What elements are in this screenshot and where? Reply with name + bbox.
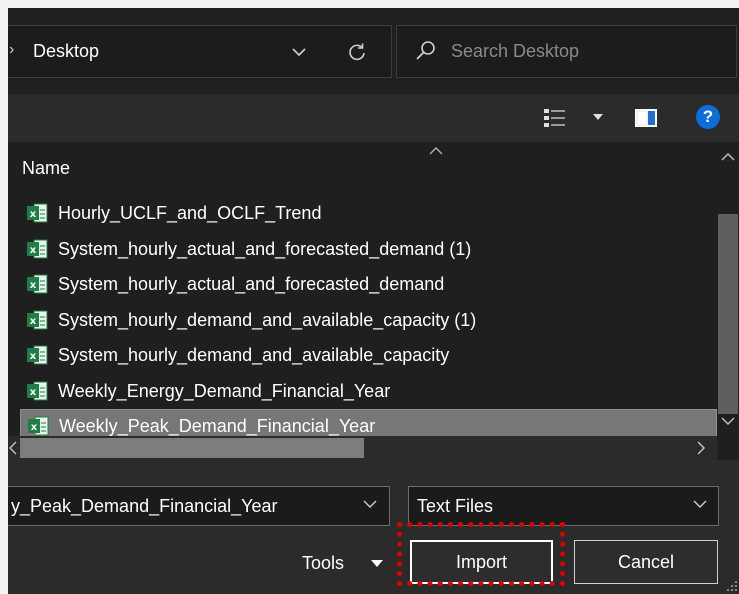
- file-name: System_hourly_demand_and_available_capac…: [58, 309, 477, 330]
- file-name: Weekly_Peak_Demand_Financial_Year: [59, 415, 376, 436]
- excel-csv-icon: x: [27, 203, 48, 223]
- preview-pane-icon: [635, 109, 657, 127]
- file-row[interactable]: x Weekly_Energy_Demand_Financial_Year: [20, 374, 717, 408]
- file-name: System_hourly_demand_and_available_capac…: [58, 344, 450, 365]
- change-view-button[interactable]: [543, 106, 567, 130]
- file-type-select[interactable]: Text Files: [408, 486, 719, 526]
- file-row[interactable]: x System_hourly_actual_and_forecasted_de…: [20, 232, 717, 266]
- view-options-dropdown[interactable]: [591, 110, 605, 124]
- preview-pane-button[interactable]: [634, 107, 658, 129]
- refresh-button[interactable]: [337, 34, 377, 70]
- help-button[interactable]: ?: [696, 105, 720, 129]
- file-name: Weekly_Energy_Demand_Financial_Year: [58, 380, 391, 401]
- file-name-input[interactable]: y_Peak_Demand_Financial_Year: [11, 496, 278, 517]
- dialog-footer: y_Peak_Demand_Financial_Year Text Files …: [8, 460, 739, 594]
- file-import-dialog: › Desktop Search Desktop ? Name x Hourly…: [8, 8, 739, 594]
- excel-csv-icon: x: [27, 274, 48, 294]
- excel-csv-icon: x: [27, 381, 48, 401]
- address-search-bar: › Desktop Search Desktop: [8, 8, 739, 94]
- refresh-icon: [349, 43, 365, 61]
- svg-text:x: x: [30, 387, 37, 398]
- import-button[interactable]: Import: [410, 540, 553, 584]
- vertical-scrollbar[interactable]: [717, 142, 739, 436]
- scroll-up-icon[interactable]: [721, 152, 735, 162]
- caret-down-icon[interactable]: [370, 557, 384, 569]
- scroll-down-icon[interactable]: [721, 416, 735, 426]
- excel-csv-icon: x: [27, 239, 48, 259]
- file-name: System_hourly_actual_and_forecasted_dema…: [58, 238, 472, 259]
- sort-ascending-icon: [429, 147, 443, 155]
- cancel-button[interactable]: Cancel: [574, 540, 718, 584]
- search-input[interactable]: Search Desktop: [451, 41, 579, 62]
- svg-text:x: x: [31, 422, 38, 433]
- svg-text:x: x: [30, 351, 37, 362]
- address-bar[interactable]: › Desktop: [8, 25, 392, 78]
- tools-menu[interactable]: Tools: [302, 553, 344, 574]
- chevron-down-icon: [292, 48, 306, 57]
- search-box[interactable]: Search Desktop: [396, 25, 737, 78]
- vertical-scroll-thumb[interactable]: [718, 214, 738, 414]
- details-view-icon: [544, 109, 565, 127]
- file-list: Name x Hourly_UCLF_and_OCLF_Trend x Syst…: [8, 142, 717, 443]
- chevron-down-icon[interactable]: [693, 499, 707, 509]
- file-row[interactable]: x System_hourly_demand_and_available_cap…: [20, 303, 717, 337]
- breadcrumb-desktop[interactable]: Desktop: [33, 41, 99, 62]
- file-row[interactable]: x Hourly_UCLF_and_OCLF_Trend: [20, 196, 717, 230]
- resize-grip-icon[interactable]: [726, 580, 738, 592]
- file-type-value: Text Files: [417, 496, 494, 516]
- toolbar: ?: [8, 94, 739, 142]
- breadcrumb-separator: ›: [9, 41, 15, 58]
- excel-csv-icon: x: [27, 310, 48, 330]
- file-row[interactable]: x System_hourly_demand_and_available_cap…: [20, 338, 717, 372]
- excel-csv-icon: x: [27, 345, 48, 365]
- svg-text:x: x: [30, 316, 37, 327]
- file-name: System_hourly_actual_and_forecasted_dema…: [58, 273, 445, 294]
- file-name-combobox[interactable]: y_Peak_Demand_Financial_Year: [8, 486, 390, 526]
- chevron-down-icon[interactable]: [363, 499, 377, 509]
- address-history-dropdown[interactable]: [281, 34, 317, 70]
- horizontal-scroll-thumb[interactable]: [20, 438, 364, 458]
- svg-text:x: x: [30, 280, 37, 291]
- horizontal-scrollbar[interactable]: [8, 436, 717, 460]
- svg-text:x: x: [30, 245, 37, 256]
- scroll-right-icon[interactable]: [696, 440, 706, 456]
- file-row[interactable]: x System_hourly_actual_and_forecasted_de…: [20, 267, 717, 301]
- column-header-name[interactable]: Name: [22, 158, 70, 179]
- svg-text:x: x: [30, 209, 37, 220]
- scroll-left-icon[interactable]: [8, 438, 18, 458]
- excel-csv-icon: x: [28, 416, 49, 436]
- caret-down-icon: [593, 114, 603, 120]
- search-icon: [415, 40, 437, 62]
- file-name: Hourly_UCLF_and_OCLF_Trend: [58, 202, 322, 223]
